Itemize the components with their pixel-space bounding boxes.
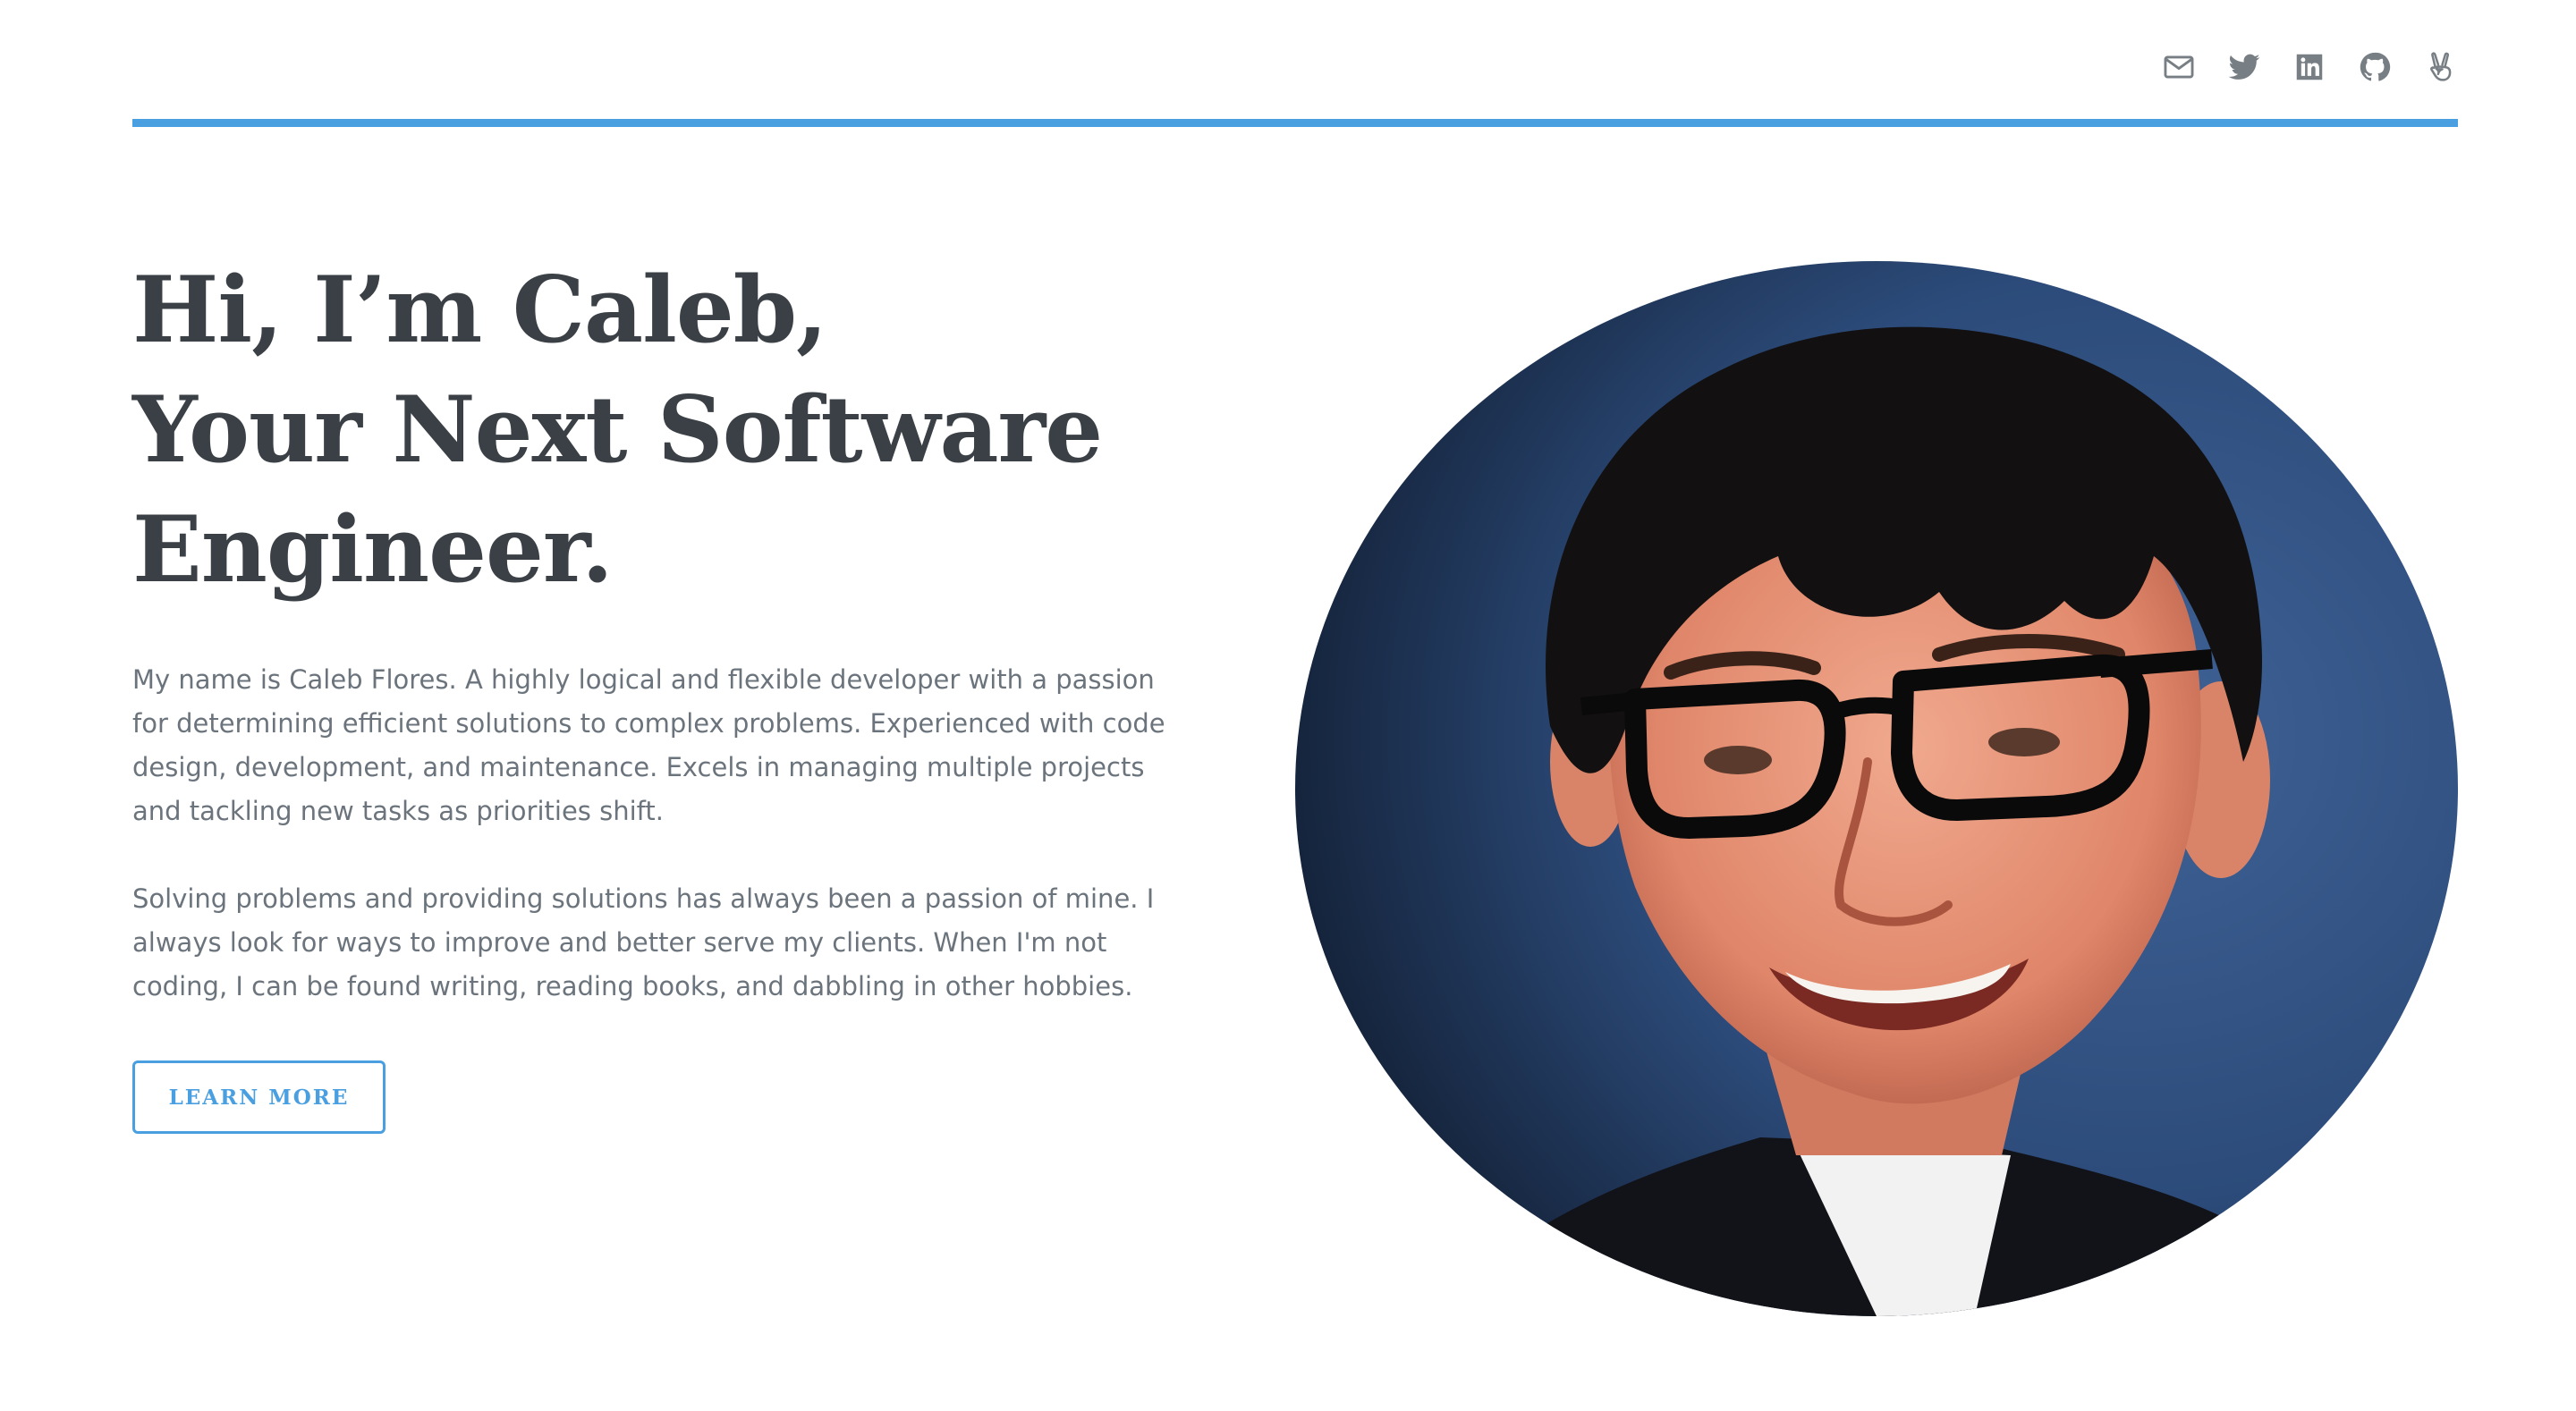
linkedin-link[interactable]: [2292, 49, 2327, 85]
envelope-icon: [2164, 55, 2194, 79]
page: Hi, I’m Caleb, Your Next Software Engine…: [132, 0, 2458, 1411]
hero-intro: Hi, I’m Caleb, Your Next Software Engine…: [132, 250, 1197, 1134]
angellist-icon: [2430, 52, 2452, 81]
bio-paragraph: My name is Caleb Flores. A highly logica…: [132, 664, 1165, 826]
twitter-link[interactable]: [2226, 49, 2262, 85]
bio-paragraph: Solving problems and providing solutions…: [132, 883, 1155, 1001]
angellist-link[interactable]: [2422, 49, 2458, 85]
twitter-icon: [2228, 54, 2260, 80]
left-eye: [1704, 746, 1772, 774]
hero-heading-line: Your Next Software: [132, 376, 1103, 484]
linkedin-icon: [2296, 54, 2323, 80]
social-links: [2161, 46, 2458, 88]
portrait-illustration: [1295, 261, 2458, 1316]
github-icon: [2360, 52, 2391, 81]
profile-photo: [1295, 261, 2458, 1316]
email-link[interactable]: [2161, 49, 2197, 85]
github-link[interactable]: [2357, 49, 2393, 85]
hero-heading-line: Engineer.: [132, 496, 614, 604]
hero-heading-line: Hi, I’m Caleb,: [132, 257, 828, 364]
right-eye: [1988, 728, 2060, 756]
header-accent-divider: [132, 119, 2458, 127]
hero-heading: Hi, I’m Caleb, Your Next Software Engine…: [132, 250, 1197, 610]
learn-more-button[interactable]: LEARN MORE: [132, 1060, 386, 1134]
